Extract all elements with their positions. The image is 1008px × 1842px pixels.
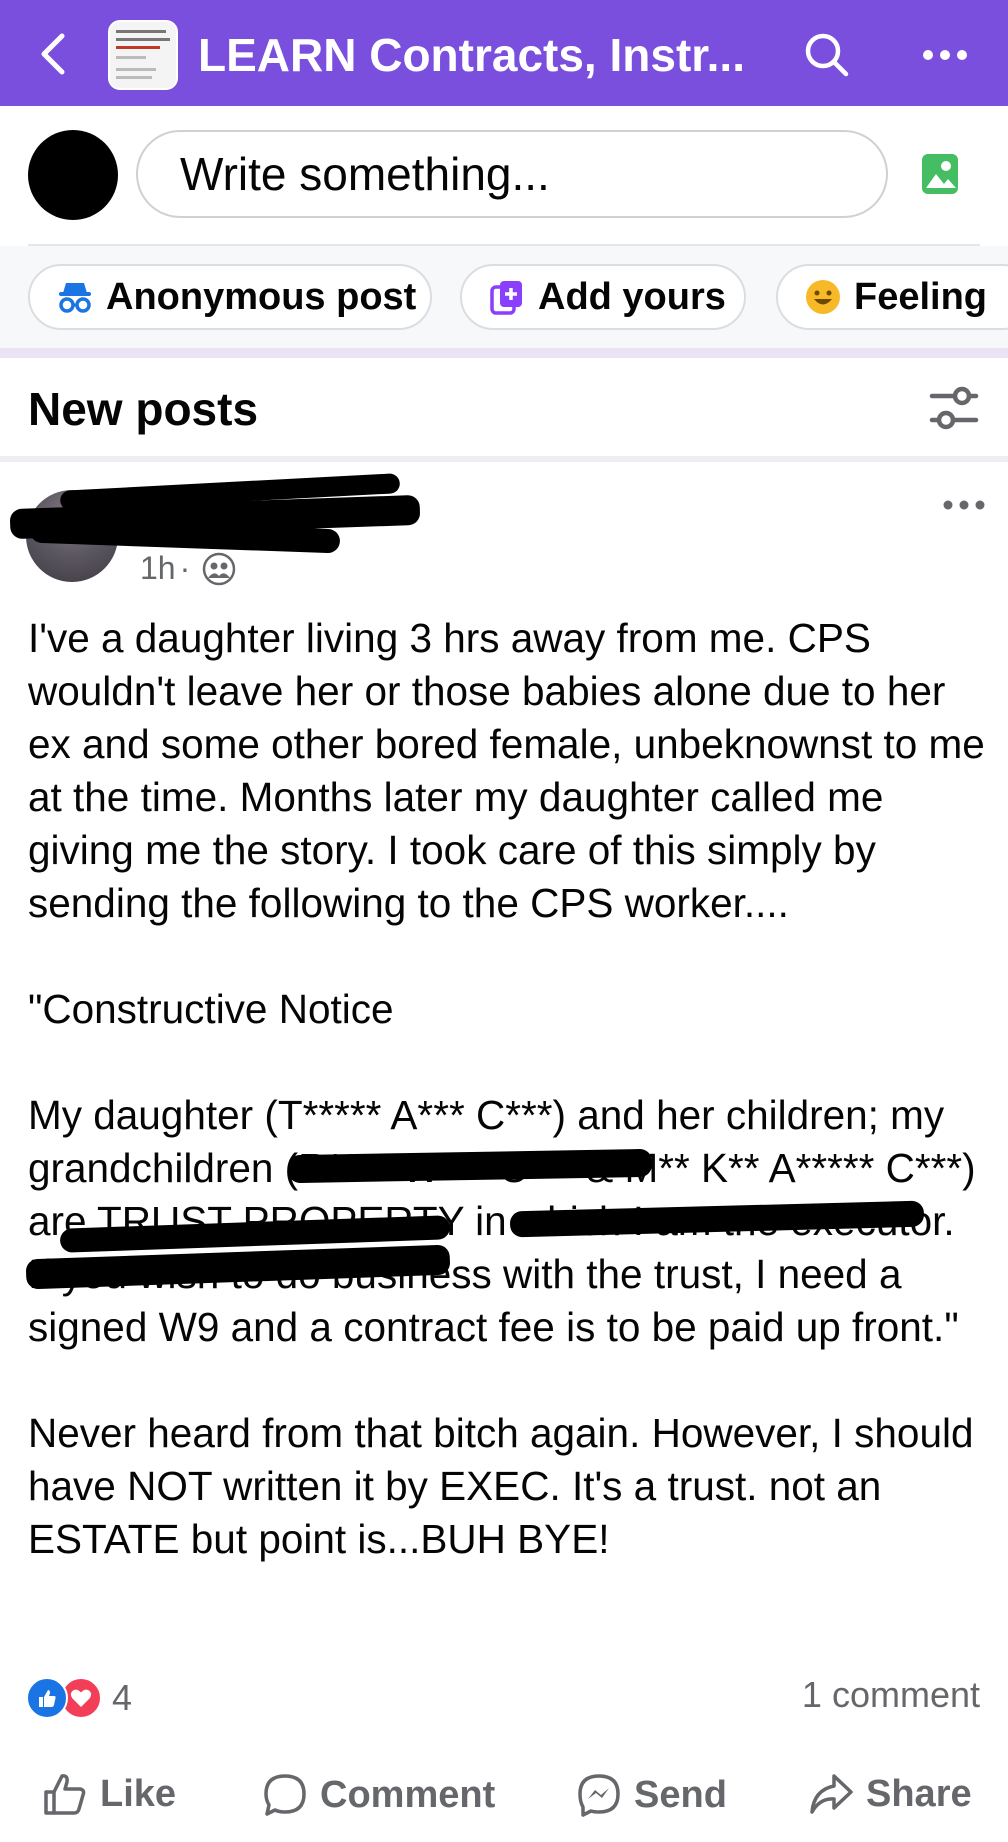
send-button[interactable]: Send [576,1772,727,1818]
comment-count-link[interactable]: 1 comment [802,1674,980,1716]
post-actions-bar: Like Comment Send Share [0,1752,1008,1842]
feeling-emoji-icon [804,278,842,316]
post-body-text: I've a daughter living 3 hrs away from m… [28,615,985,1562]
add-yours-icon [488,278,526,316]
reactions-summary[interactable]: 4 [26,1677,133,1719]
share-button[interactable]: Share [808,1772,972,1816]
write-something-input[interactable]: Write something... [136,130,888,218]
like-label: Like [100,1772,177,1815]
my-avatar[interactable] [28,130,118,220]
composer: Write something... [0,106,1008,246]
chip-label: Feeling [854,275,988,318]
like-button[interactable]: Like [42,1772,176,1816]
post-options-row: Anonymous post Add yours Feeling [0,246,1008,348]
share-label: Share [866,1772,972,1815]
group-title[interactable]: LEARN Contracts, Instr... [198,26,758,84]
comment-bubble-icon [264,1774,306,1816]
feed-header: New posts [0,358,1008,458]
chip-label: Anonymous post [106,275,417,318]
section-separator [0,348,1008,358]
feeling-chip[interactable]: Feeling [776,264,1008,330]
add-yours-chip[interactable]: Add yours [460,264,746,330]
send-label: Send [634,1773,727,1816]
search-icon[interactable] [800,28,854,82]
photo-icon[interactable] [920,152,960,196]
feed-section-title: New posts [28,383,259,435]
back-arrow-icon[interactable] [32,30,76,78]
group-audience-icon [203,552,236,585]
meta-separator: · [179,550,191,586]
post-meta: 1h · [140,550,236,587]
share-arrow-icon [810,1774,853,1814]
like-reaction-icon [26,1677,68,1719]
anonymous-post-chip[interactable]: Anonymous post [28,264,432,330]
group-header-bar: LEARN Contracts, Instr... [0,0,1008,106]
more-icon[interactable] [920,36,970,74]
messenger-icon [578,1774,620,1817]
divider [0,456,1008,462]
filter-sliders-icon[interactable] [928,384,980,434]
reaction-count: 4 [112,1677,133,1718]
post-more-icon[interactable] [942,498,986,512]
chip-label: Add yours [538,275,726,318]
comment-button[interactable]: Comment [262,1772,495,1818]
thumbs-up-icon [44,1774,86,1815]
comment-label: Comment [320,1773,496,1816]
post-time: 1h [140,550,176,586]
group-thumbnail[interactable] [108,20,178,90]
anonymous-icon [56,278,94,316]
